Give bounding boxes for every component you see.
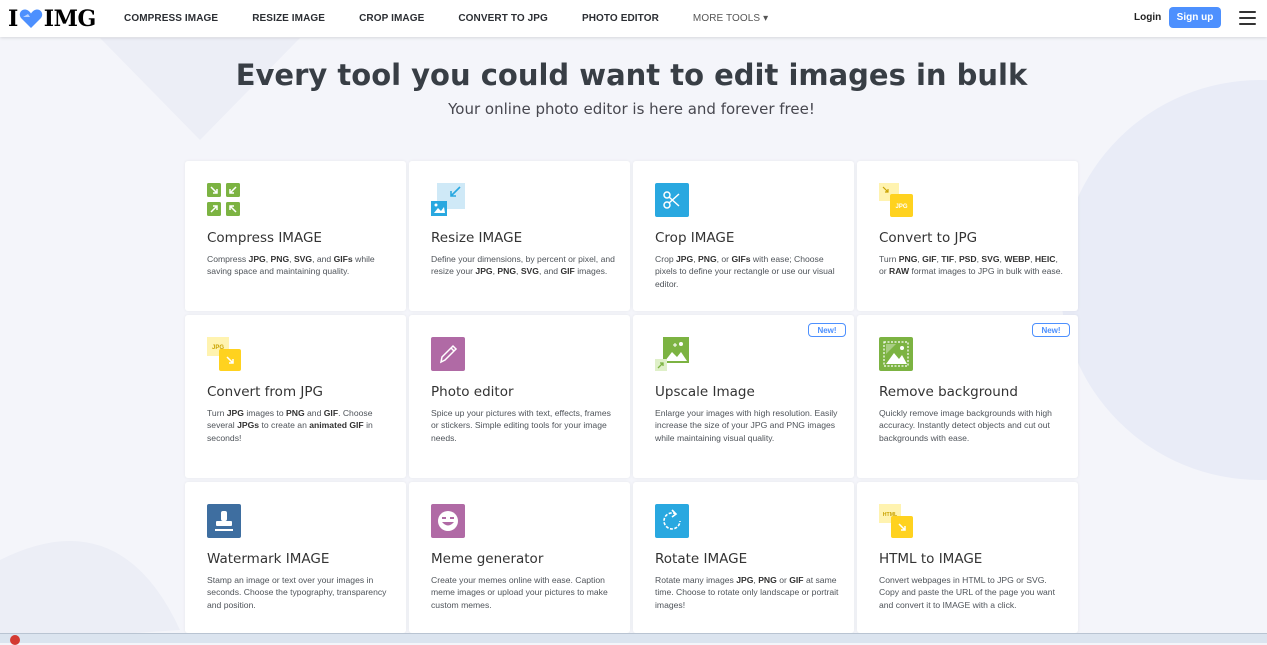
convert-from-jpg-icon: JPG (207, 337, 241, 371)
alert-dot-icon (10, 635, 20, 645)
resize-icon (431, 183, 465, 216)
tool-card-photo-editor[interactable]: Photo editor Spice up your pictures with… (409, 315, 630, 478)
tool-description: Turn JPG images to PNG and GIF. Choose s… (207, 408, 373, 443)
tool-card-convert-from-jpg[interactable]: JPG Convert from JPG Turn JPG images to … (185, 315, 406, 478)
logo-prefix: I (8, 6, 18, 32)
tool-card-html-to-image[interactable]: HTML HTML to IMAGE Convert webpages in H… (857, 482, 1078, 633)
nav-compress-image[interactable]: COMPRESS IMAGE (124, 13, 218, 24)
tool-title: Convert to JPG (879, 230, 978, 246)
main-menu: COMPRESS IMAGE RESIZE IMAGE CROP IMAGE C… (124, 0, 802, 37)
nav-crop-image[interactable]: CROP IMAGE (359, 13, 424, 24)
tool-card-watermark[interactable]: Watermark IMAGE Stamp an image or text o… (185, 482, 406, 633)
tool-description: Quickly remove image backgrounds with hi… (879, 408, 1052, 443)
tool-card-convert-to-jpg[interactable]: JPG Convert to JPG Turn PNG, GIF, TIF, P… (857, 161, 1078, 311)
photo-editor-icon (431, 337, 465, 371)
upscale-icon (655, 337, 689, 371)
nav-convert-to-jpg[interactable]: CONVERT TO JPG (458, 13, 548, 24)
tool-title: Meme generator (431, 551, 544, 567)
tool-title: HTML to IMAGE (879, 551, 983, 567)
tool-title: Resize IMAGE (431, 230, 523, 246)
tool-description: Compress JPG, PNG, SVG, and GIFs while s… (207, 254, 375, 277)
tool-card-rotate[interactable]: Rotate IMAGE Rotate many images JPG, PNG… (633, 482, 854, 633)
tool-card-resize[interactable]: Resize IMAGE Define your dimensions, by … (409, 161, 630, 311)
tool-card-compress[interactable]: Compress IMAGE Compress JPG, PNG, SVG, a… (185, 161, 406, 311)
tool-description: Rotate many images JPG, PNG or GIF at sa… (655, 575, 839, 610)
nav-photo-editor[interactable]: PHOTO EDITOR (582, 13, 659, 24)
tool-description: Spice up your pictures with text, effect… (431, 408, 611, 443)
tool-title: Convert from JPG (207, 384, 323, 400)
signup-button[interactable]: Sign up (1169, 7, 1221, 28)
convert-to-jpg-icon: JPG (879, 183, 913, 217)
new-badge: New! (808, 323, 846, 337)
compress-icon (207, 183, 240, 216)
tool-description: Define your dimensions, by percent or pi… (431, 254, 615, 277)
tool-title: Upscale Image (655, 384, 755, 400)
remove-background-icon (879, 337, 913, 371)
top-navbar: I IMG COMPRESS IMAGE RESIZE IMAGE CROP I… (0, 0, 1267, 37)
tool-title: Crop IMAGE (655, 230, 735, 246)
tool-title: Remove background (879, 384, 1018, 400)
tool-description: Convert webpages in HTML to JPG or SVG. … (879, 575, 1055, 610)
rotate-icon (655, 504, 689, 538)
tool-description: Crop JPG, PNG, or GIFs with ease; Choose… (655, 254, 835, 289)
crop-icon (655, 183, 689, 217)
tool-title: Watermark IMAGE (207, 551, 330, 567)
hero-subtitle: Your online photo editor is here and for… (448, 100, 815, 118)
heart-icon (19, 9, 43, 28)
nav-more-tools-dropdown[interactable]: MORE TOOLS ▾ (693, 13, 768, 24)
hero-title: Every tool you could want to edit images… (235, 58, 1028, 92)
tool-description: Stamp an image or text over your images … (207, 575, 387, 610)
html-to-image-icon: HTML (879, 504, 913, 538)
tool-title: Compress IMAGE (207, 230, 322, 246)
watermark-icon (207, 504, 241, 538)
login-link[interactable]: Login (1134, 12, 1161, 23)
tool-title: Photo editor (431, 384, 514, 400)
svg-text:JPG: JPG (895, 204, 907, 210)
new-badge: New! (1032, 323, 1070, 337)
tool-card-upscale[interactable]: New! Upscale Image Enlarge your images w… (633, 315, 854, 478)
tool-card-remove-background[interactable]: New! Remove background Quickly remove im… (857, 315, 1078, 478)
ilovimg-logo[interactable]: I IMG (8, 6, 96, 32)
meme-icon (431, 504, 465, 538)
tool-card-meme-generator[interactable]: Meme generator Create your memes online … (409, 482, 630, 633)
nav-resize-image[interactable]: RESIZE IMAGE (252, 13, 325, 24)
logo-suffix: IMG (43, 6, 96, 32)
tool-description: Turn PNG, GIF, TIF, PSD, SVG, WEBP, HEIC… (879, 254, 1063, 277)
tool-description: Create your memes online with ease. Capt… (431, 575, 608, 610)
tool-card-crop[interactable]: Crop IMAGE Crop JPG, PNG, or GIFs with e… (633, 161, 854, 311)
tool-title: Rotate IMAGE (655, 551, 748, 567)
hamburger-menu-icon[interactable] (1239, 11, 1256, 25)
tool-description: Enlarge your images with high resolution… (655, 408, 838, 443)
